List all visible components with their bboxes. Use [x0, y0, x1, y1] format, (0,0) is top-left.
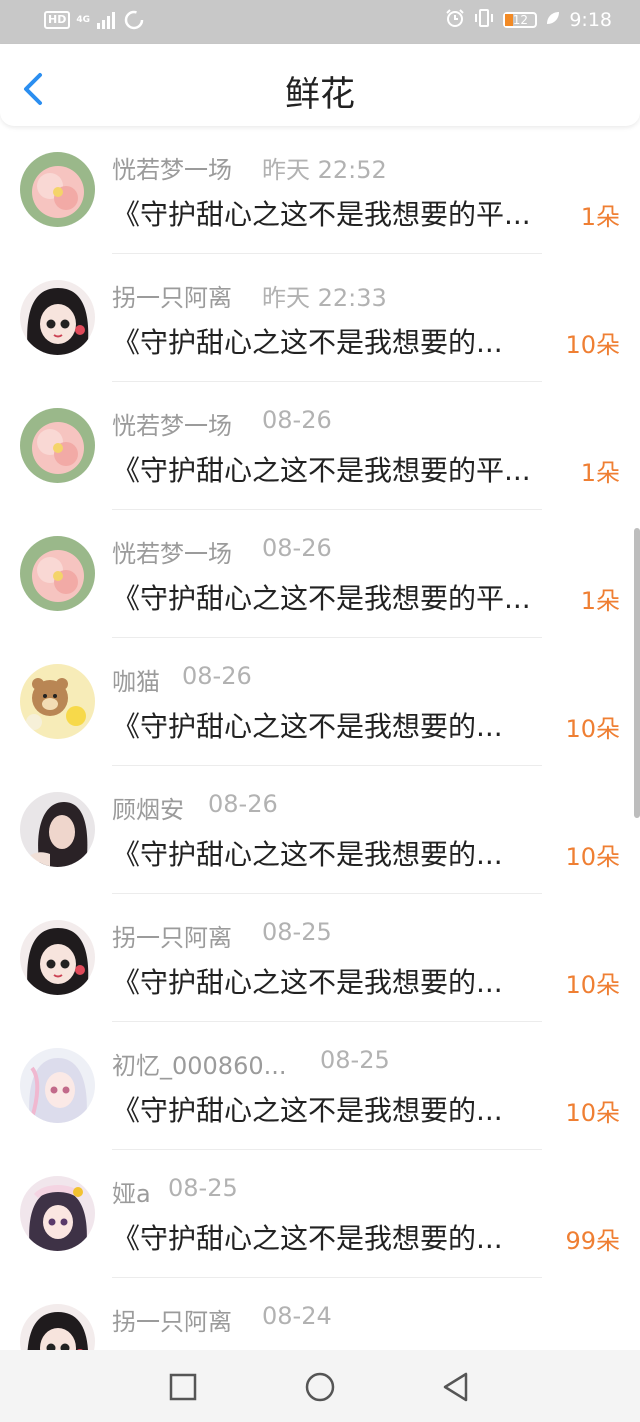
list-item[interactable]: 娅a 08-25 《守护甜心之这不是我想要的... 99朵 [0, 1150, 640, 1278]
sender-name: 拐一只阿离 [112, 1308, 232, 1336]
flower-count: 1朵 [580, 587, 620, 615]
vibrate-icon [473, 8, 495, 32]
sender-name: 娅a [112, 1180, 151, 1208]
flower-count: 10朵 [565, 1099, 620, 1127]
flower-count: 1朵 [580, 459, 620, 487]
flower-count: 10朵 [565, 715, 620, 743]
timestamp: 昨天 22:33 [262, 284, 387, 312]
avatar[interactable] [20, 1304, 95, 1350]
battery-level: 12 [512, 13, 528, 27]
list-item[interactable]: 拐一只阿离 08-25 《守护甜心之这不是我想要的... 10朵 [0, 894, 640, 1022]
book-title: 《守护甜心之这不是我想要的平... [112, 198, 531, 231]
avatar[interactable] [20, 536, 95, 611]
back-triangle-icon[interactable] [440, 1370, 474, 1404]
flower-count: 10朵 [565, 971, 620, 999]
list-item[interactable]: 拐一只阿离 昨天 22:33 《守护甜心之这不是我想要的... 10朵 [0, 254, 640, 382]
book-title: 《守护甜心之这不是我想要的... [112, 710, 503, 743]
avatar[interactable] [20, 664, 95, 739]
network-type: 4G [76, 14, 90, 25]
flower-list[interactable]: 恍若梦一场 昨天 22:52 《守护甜心之这不是我想要的平... 1朵 拐一只阿… [0, 126, 640, 1350]
avatar[interactable] [20, 1048, 95, 1123]
timestamp: 08-26 [262, 406, 332, 434]
sender-name: 恍若梦一场 [112, 412, 232, 440]
book-title: 《守护甜心之这不是我想要的平... [112, 582, 531, 615]
timestamp: 08-25 [320, 1046, 390, 1074]
flower-count: 99朵 [565, 1227, 620, 1255]
book-title: 《守护甜心之这不是我想要的... [112, 1222, 503, 1255]
sender-name: 咖猫 [112, 668, 160, 696]
alarm-icon [445, 8, 465, 32]
sender-name: 恍若梦一场 [112, 540, 232, 568]
book-title: 《守护甜心之这不是我想要的平... [112, 454, 531, 487]
list-item[interactable]: 恍若梦一场 昨天 22:52 《守护甜心之这不是我想要的平... 1朵 [0, 126, 640, 254]
recent-apps-icon[interactable] [166, 1370, 200, 1404]
timestamp: 08-24 [262, 1302, 332, 1330]
home-icon[interactable] [303, 1370, 337, 1404]
avatar[interactable] [20, 408, 95, 483]
list-item[interactable]: 拐一只阿离 08-24 [0, 1278, 640, 1350]
flower-count: 10朵 [565, 843, 620, 871]
timestamp: 08-25 [262, 918, 332, 946]
book-title: 《守护甜心之这不是我想要的... [112, 966, 503, 999]
list-item[interactable]: 咖猫 08-26 《守护甜心之这不是我想要的... 10朵 [0, 638, 640, 766]
flower-count: 1朵 [580, 203, 620, 231]
clock: 9:18 [569, 9, 612, 31]
avatar[interactable] [20, 152, 95, 227]
avatar[interactable] [20, 1176, 95, 1251]
sender-name: 拐一只阿离 [112, 924, 232, 952]
list-item[interactable]: 恍若梦一场 08-26 《守护甜心之这不是我想要的平... 1朵 [0, 382, 640, 510]
leaf-icon [545, 10, 561, 30]
scrollbar[interactable] [634, 528, 640, 818]
page-title: 鲜花 [284, 75, 355, 115]
book-title: 《守护甜心之这不是我想要的... [112, 838, 503, 871]
status-bar: HD 4G 12 9:18 [0, 0, 640, 44]
battery-icon: 12 [503, 12, 538, 28]
book-title: 《守护甜心之这不是我想要的... [112, 1094, 503, 1127]
signal-icon [96, 11, 118, 29]
list-item[interactable]: 恍若梦一场 08-26 《守护甜心之这不是我想要的平... 1朵 [0, 510, 640, 638]
app-header: 鲜花 [0, 44, 640, 126]
list-item[interactable]: 顾烟安 08-26 《守护甜心之这不是我想要的... 10朵 [0, 766, 640, 894]
timestamp: 08-25 [168, 1174, 238, 1202]
list-item[interactable]: 初忆_000860... 08-25 《守护甜心之这不是我想要的... 10朵 [0, 1022, 640, 1150]
timestamp: 08-26 [262, 534, 332, 562]
avatar[interactable] [20, 280, 95, 355]
hd-icon: HD [44, 11, 71, 29]
sync-icon [124, 10, 144, 30]
avatar[interactable] [20, 792, 95, 867]
book-title: 《守护甜心之这不是我想要的... [112, 326, 503, 359]
flower-count: 10朵 [565, 331, 620, 359]
sender-name: 顾烟安 [112, 796, 184, 824]
timestamp: 08-26 [182, 662, 252, 690]
sender-name: 拐一只阿离 [112, 284, 232, 312]
sender-name: 恍若梦一场 [112, 156, 232, 184]
timestamp: 昨天 22:52 [262, 156, 387, 184]
avatar[interactable] [20, 920, 95, 995]
system-nav-bar [0, 1350, 640, 1422]
sender-name: 初忆_000860... [112, 1052, 287, 1080]
timestamp: 08-26 [208, 790, 278, 818]
